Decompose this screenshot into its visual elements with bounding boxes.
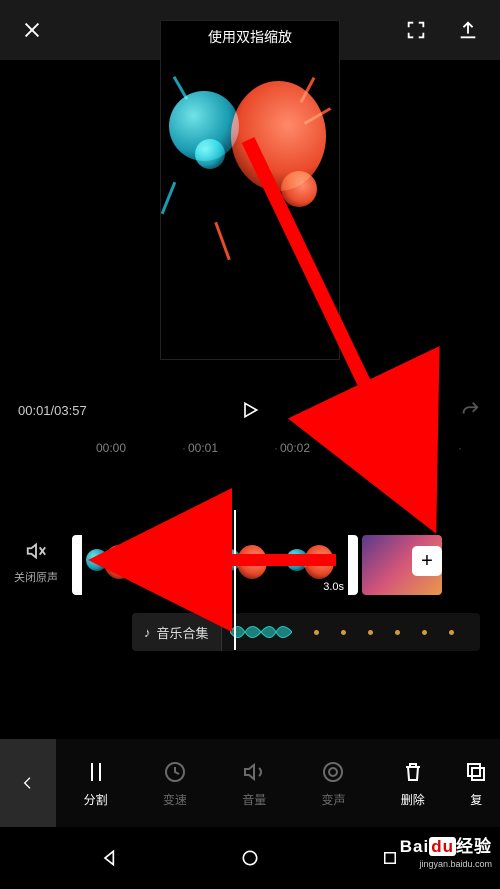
mute-original-toggle[interactable]: 关闭原声: [10, 540, 62, 585]
circle-icon: [240, 848, 260, 868]
delete-icon: [401, 760, 425, 784]
music-note-icon: ♪: [144, 625, 151, 640]
edit-toolbar: 分割 变速 音量 变声 删除 复: [0, 739, 500, 827]
nav-back-button[interactable]: [98, 846, 122, 870]
nav-home-button[interactable]: [238, 846, 262, 870]
watermark: Baidu经验 jingyan.baidu.com: [400, 832, 492, 869]
beat-marker: [449, 630, 454, 635]
beat-marker: [422, 630, 427, 635]
time-display: 00:01/03:57: [18, 403, 87, 418]
beat-marker: [368, 630, 373, 635]
mute-label: 关闭原声: [10, 569, 62, 585]
tool-speed[interactable]: 变速: [135, 759, 214, 808]
add-clip-button[interactable]: +: [412, 546, 442, 576]
timeline-ruler: 00:00· 00:01· 00:02· 00:03·: [0, 436, 500, 460]
ruler-tick: 00:03: [372, 441, 456, 455]
audio-collection-label[interactable]: ♪ 音乐合集: [132, 613, 222, 651]
redo-icon: [459, 399, 481, 421]
ruler-tick: 00:00: [96, 441, 180, 455]
tool-copy[interactable]: 复: [452, 759, 500, 808]
redo-button[interactable]: [458, 398, 482, 422]
audio-track[interactable]: ♪ 音乐合集: [132, 610, 480, 654]
speed-icon: [163, 760, 187, 784]
beat-marker: [341, 630, 346, 635]
timeline-zone: 关闭原声 3.0s + ♪ 音乐合集: [0, 460, 500, 710]
clip-duration: 3.0s: [323, 581, 344, 593]
transport-bar: 00:01/03:57: [0, 388, 500, 432]
split-icon: [84, 760, 108, 784]
speaker-mute-icon: [25, 540, 47, 562]
copy-icon: [464, 760, 488, 784]
plus-icon: +: [421, 550, 433, 573]
volume-icon: [242, 760, 266, 784]
preview-image: [161, 21, 339, 359]
tool-voice-change[interactable]: 变声: [294, 759, 373, 808]
chevron-left-icon: [20, 775, 36, 791]
preview-area: 使用双指缩放: [0, 20, 500, 400]
play-button[interactable]: [238, 398, 262, 422]
tool-delete[interactable]: 删除: [373, 759, 452, 808]
ruler-tick: 00:01: [188, 441, 272, 455]
beat-marker: [395, 630, 400, 635]
voice-change-icon: [321, 760, 345, 784]
nav-recent-button[interactable]: [378, 846, 402, 870]
play-icon: [240, 400, 260, 420]
beat-marker: [314, 630, 319, 635]
audio-waveform[interactable]: [222, 613, 480, 651]
pinch-hint: 使用双指缩放: [161, 27, 339, 47]
triangle-left-icon: [100, 848, 120, 868]
clip-selected[interactable]: 3.0s: [72, 535, 358, 595]
toolbar-back-button[interactable]: [0, 739, 56, 827]
ruler-tick: 00:02: [280, 441, 364, 455]
playhead[interactable]: [234, 510, 236, 650]
undo-icon: [413, 399, 435, 421]
tool-volume[interactable]: 音量: [215, 759, 294, 808]
preview-frame[interactable]: 使用双指缩放: [160, 20, 340, 360]
square-icon: [381, 849, 399, 867]
tool-split[interactable]: 分割: [56, 759, 135, 808]
undo-button[interactable]: [412, 398, 436, 422]
